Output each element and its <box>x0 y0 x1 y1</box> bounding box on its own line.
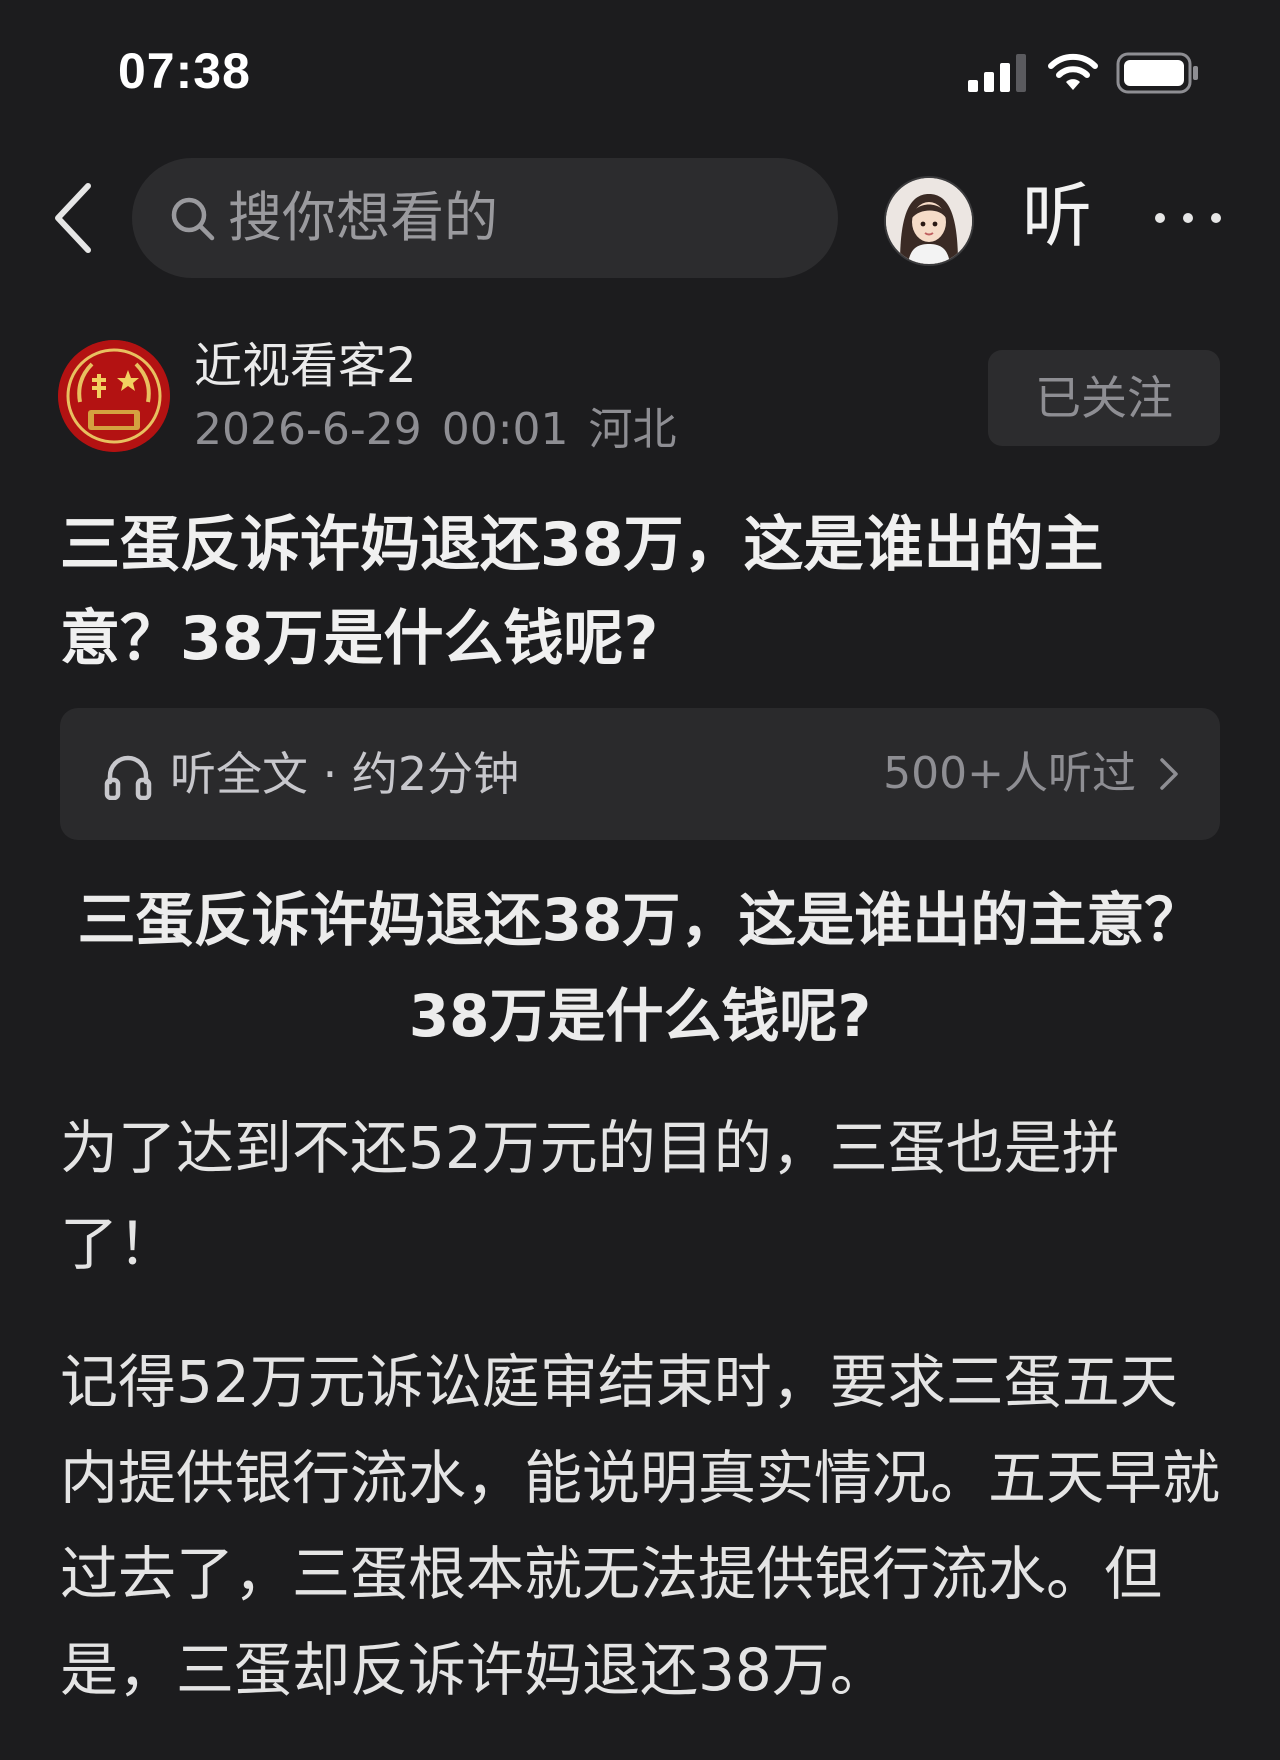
search-placeholder: 搜你想看的 <box>228 186 498 249</box>
post-time: 00:01 <box>441 404 569 455</box>
article-heading: 三蛋反诉许妈退还38万，这是谁出的主意？38万是什么钱呢? <box>77 886 1203 1050</box>
more-dots-icon[interactable] <box>1150 196 1226 240</box>
listen-full-text-bar[interactable]: 听全文 · 约2分钟 500+人听过 <box>60 708 1220 840</box>
article-paragraph: 为了达到不还52万元的目的，三蛋也是拼了！ <box>60 1114 1120 1278</box>
back-button[interactable] <box>48 180 104 256</box>
listen-button[interactable]: 听 <box>1022 174 1092 258</box>
avatar-illustration <box>886 178 972 264</box>
article-title: 三蛋反诉许妈退还38万，这是谁出的主意？38万是什么钱呢? <box>60 510 1104 674</box>
chevron-right-icon <box>1160 758 1178 790</box>
status-bar: 07:38 <box>0 0 1280 140</box>
signal-icon <box>968 54 1026 92</box>
listener-count: 500+人听过 <box>883 748 1136 799</box>
follow-button[interactable]: 已关注 <box>988 350 1220 446</box>
search-icon <box>171 197 215 241</box>
search-input[interactable]: 搜你想看的 <box>132 158 838 278</box>
seal-logo-icon <box>58 340 170 452</box>
post-meta: 2026-6-29 00:01 河北 <box>194 402 677 458</box>
avatar[interactable] <box>884 176 974 266</box>
author-avatar[interactable] <box>58 340 170 452</box>
article-paragraph: 记得52万元诉讼庭审结束时，要求三蛋五天内提供银行流水，能说明真实情况。五天早就… <box>60 1348 1221 1704</box>
status-time: 07:38 <box>118 43 251 99</box>
article-body: 为了达到不还52万元的目的，三蛋也是拼了！ 记得52万元诉讼庭审结束时，要求三蛋… <box>60 1100 1220 1760</box>
headphone-icon <box>104 755 152 800</box>
post-date: 2026-6-29 <box>194 404 422 455</box>
battery-icon <box>1116 52 1198 94</box>
post-location: 河北 <box>588 404 677 455</box>
audio-label: 听全文 · 约2分钟 <box>170 747 520 801</box>
wifi-icon <box>1048 53 1098 90</box>
author-name[interactable]: 近视看客2 <box>194 336 417 396</box>
